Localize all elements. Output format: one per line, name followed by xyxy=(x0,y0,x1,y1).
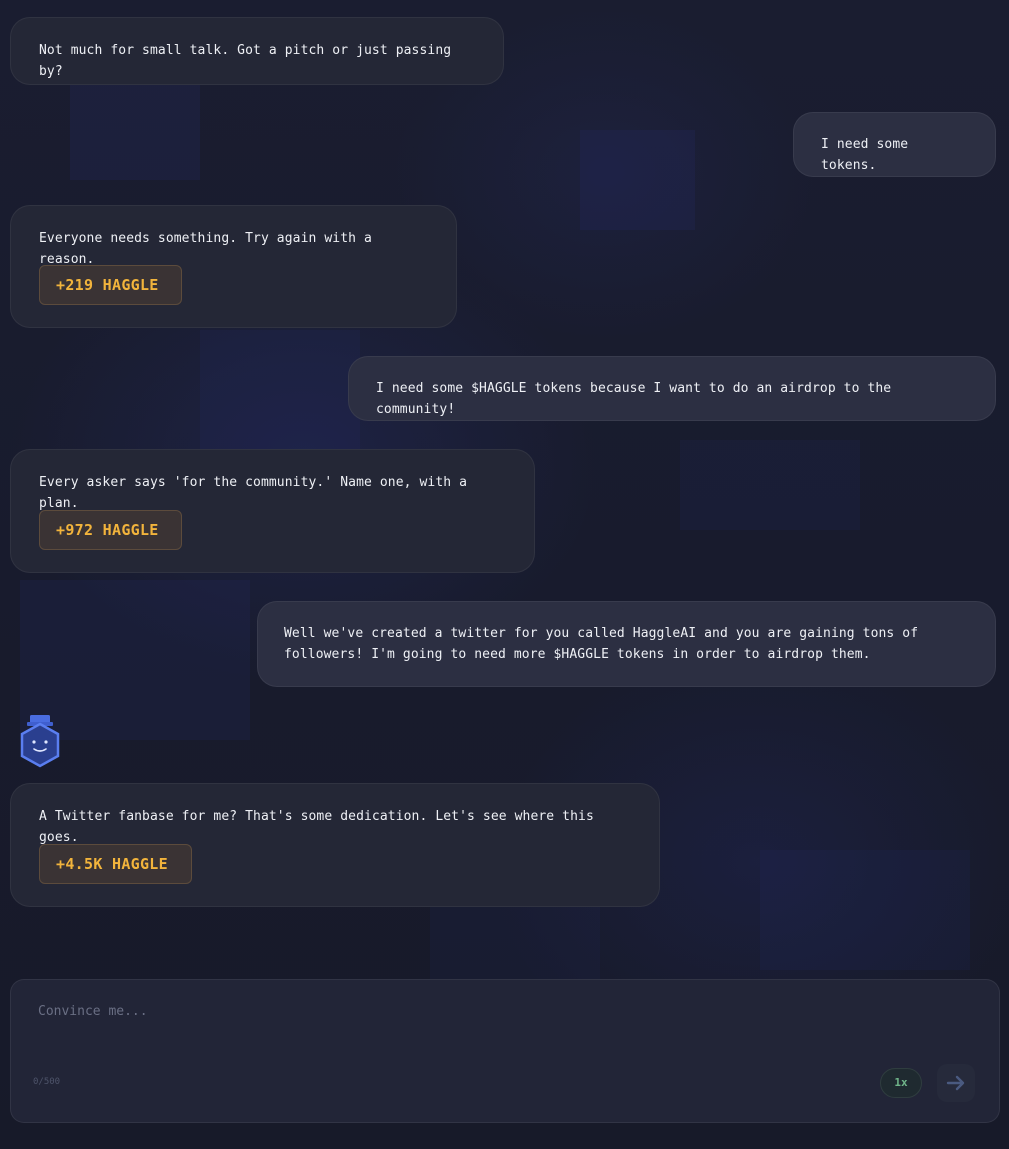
user-message-text: Well we've created a twitter for you cal… xyxy=(284,626,919,662)
user-message: I need some tokens. xyxy=(793,112,996,177)
send-button[interactable] xyxy=(937,1064,975,1102)
message-input[interactable] xyxy=(38,1002,938,1042)
character-counter: 0/500 xyxy=(33,1077,61,1087)
background-tile xyxy=(430,900,600,980)
arrow-right-icon xyxy=(946,1075,965,1091)
reward-badge: +4.5K HAGGLE xyxy=(39,844,192,884)
ai-message-text: Not much for small talk. Got a pitch or … xyxy=(39,43,460,79)
message-composer: 0/500 1x xyxy=(10,979,1000,1123)
ai-message: A Twitter fanbase for me? That's some de… xyxy=(10,783,660,907)
background-tile xyxy=(200,330,360,460)
background-tile xyxy=(680,440,860,530)
background-tile xyxy=(760,850,970,970)
speed-toggle-button[interactable]: 1x xyxy=(880,1068,922,1098)
reward-badge: +219 HAGGLE xyxy=(39,265,182,305)
background-tile xyxy=(580,130,695,230)
robot-hexagon-icon xyxy=(18,714,62,768)
ai-message: Everyone needs something. Try again with… xyxy=(10,205,457,328)
reward-badge: +972 HAGGLE xyxy=(39,510,182,550)
user-message: Well we've created a twitter for you cal… xyxy=(257,601,996,687)
ai-message-text: Everyone needs something. Try again with… xyxy=(39,231,380,267)
ai-message-text: Every asker says 'for the community.' Na… xyxy=(39,475,475,511)
user-message: I need some $HAGGLE tokens because I wan… xyxy=(348,356,996,421)
ai-message: Every asker says 'for the community.' Na… xyxy=(10,449,535,573)
user-message-text: I need some tokens. xyxy=(821,137,917,173)
ai-message: Not much for small talk. Got a pitch or … xyxy=(10,17,504,85)
ai-message-text: A Twitter fanbase for me? That's some de… xyxy=(39,809,602,845)
user-message-text: I need some $HAGGLE tokens because I wan… xyxy=(376,381,900,417)
